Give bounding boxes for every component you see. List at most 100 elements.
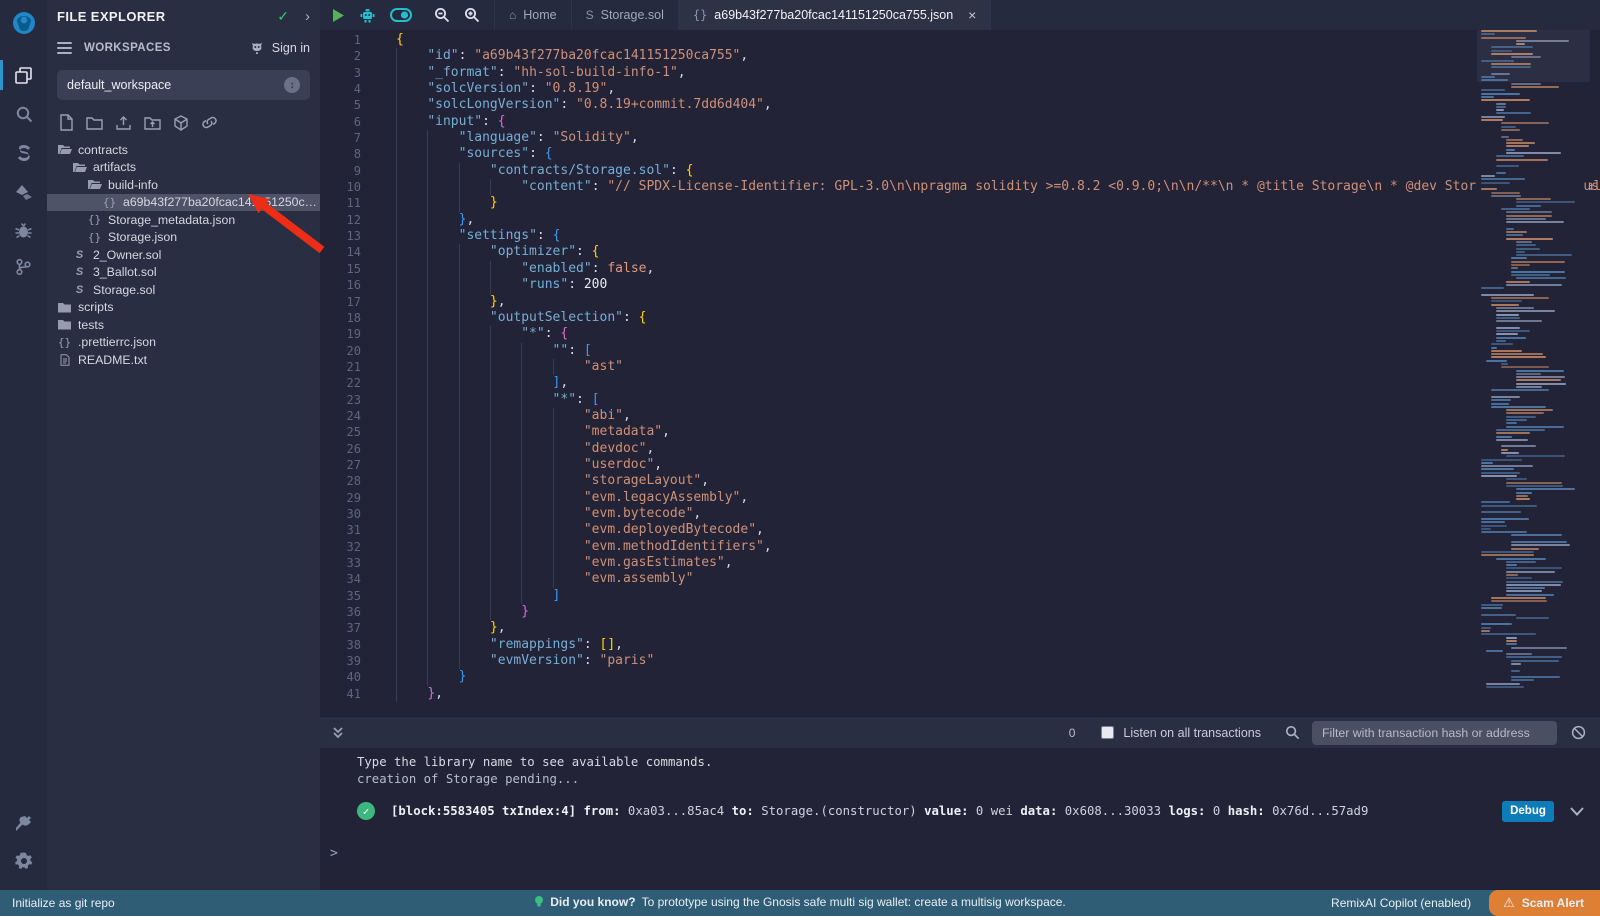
line-text: "content": "// SPDX-License-Identifier: … <box>382 179 1600 195</box>
tree-item-contracts[interactable]: contracts <box>47 141 320 159</box>
sidebar-item-deploy-run[interactable] <box>0 175 47 209</box>
upload-file-icon[interactable] <box>115 115 132 131</box>
tab-a69b43f277ba20fcac141151250ca755-json[interactable]: {}a69b43f277ba20fcac141151250ca755.json× <box>679 0 992 30</box>
tree-item-scripts[interactable]: scripts <box>47 299 320 317</box>
code-line: 27 "userdoc", <box>320 457 1600 473</box>
file-explorer-icon <box>14 66 33 85</box>
line-number: 27 <box>320 457 382 473</box>
terminal[interactable]: Type the library name to see available c… <box>320 748 1600 890</box>
copilot-status[interactable]: RemixAI Copilot (enabled) <box>1331 896 1471 910</box>
sidebar-item-file-explorer[interactable] <box>0 58 47 92</box>
terminal-clear-icon[interactable] <box>1571 725 1586 740</box>
tree-item-label: Storage_metadata.json <box>108 213 235 227</box>
file-actions-toolbar <box>47 100 320 139</box>
code-line: 2 "id": "a69b43f277ba20fcac141151250ca75… <box>320 48 1600 64</box>
line-number: 29 <box>320 490 382 506</box>
line-number: 5 <box>320 97 382 113</box>
line-text: "evm.assembly" <box>382 571 1600 587</box>
code-line: 13 "settings": { <box>320 228 1600 244</box>
line-text: "metadata", <box>382 424 1600 440</box>
tree-item-artifacts[interactable]: artifacts <box>47 159 320 177</box>
copilot-toggle[interactable] <box>390 8 412 22</box>
line-text: "evm.legacyAssembly", <box>382 490 1600 506</box>
line-number: 18 <box>320 310 382 326</box>
line-number: 37 <box>320 620 382 636</box>
debug-button[interactable]: Debug <box>1502 801 1554 822</box>
zoom-out-button[interactable] <box>434 7 450 23</box>
tree-item-label: build-info <box>108 178 158 192</box>
run-script-button[interactable] <box>332 8 345 23</box>
line-text: "evm.methodIdentifiers", <box>382 539 1600 555</box>
remix-logo[interactable] <box>0 4 47 46</box>
sync-check-icon: ✓ <box>277 8 289 25</box>
sidebar-item-git[interactable] <box>0 250 47 284</box>
tree-item-label: 3_Ballot.sol <box>93 265 157 279</box>
scam-alert-label: Scam Alert <box>1522 896 1584 910</box>
tree-item-storage-metadata-json[interactable]: {}Storage_metadata.json <box>47 211 320 229</box>
line-number: 2 <box>320 48 382 64</box>
code-line: 40 } <box>320 669 1600 685</box>
git-init-button[interactable]: Initialize as git repo <box>12 896 115 910</box>
github-sign-in-button[interactable]: Sign in <box>251 41 310 55</box>
sidebar-item-plugin-manager[interactable] <box>0 806 47 840</box>
code-line: 24 "abi", <box>320 408 1600 424</box>
sidebar-item-solidity-compiler[interactable] <box>0 136 47 170</box>
tree-item-storage-json[interactable]: {}Storage.json <box>47 229 320 247</box>
line-number: 28 <box>320 473 382 489</box>
search-icon <box>15 105 33 123</box>
panel-collapse-chevron-icon[interactable]: › <box>305 8 310 25</box>
sidebar-item-settings[interactable] <box>0 844 47 878</box>
workspaces-label: WORKSPACES <box>84 42 251 54</box>
terminal-prompt[interactable]: > <box>330 846 338 861</box>
line-text: }, <box>382 212 1600 228</box>
code-line: 35 ] <box>320 588 1600 604</box>
ai-copilot-button[interactable] <box>359 7 376 24</box>
workspaces-menu-icon[interactable] <box>57 39 72 57</box>
tree-item-readme-txt[interactable]: README.txt <box>47 351 320 369</box>
minimap[interactable] <box>1477 30 1590 716</box>
tree-item-2-owner-sol[interactable]: S2_Owner.sol <box>47 246 320 264</box>
line-text: "outputSelection": { <box>382 310 1600 326</box>
zoom-in-button[interactable] <box>464 7 480 23</box>
tab-storage-sol[interactable]: SStorage.sol <box>572 0 679 30</box>
code-editor[interactable]: 1{2 "id": "a69b43f277ba20fcac141151250ca… <box>320 30 1600 716</box>
terminal-search-icon[interactable] <box>1285 725 1300 740</box>
tx-summary: [block:5583405 txIndex:4] from: 0xa03...… <box>391 804 1502 818</box>
tree-item--prettierrc-json[interactable]: {}.prettierrc.json <box>47 334 320 352</box>
new-file-icon[interactable] <box>59 114 74 131</box>
workspace-select[interactable]: default_workspace ↕ <box>57 70 310 100</box>
upload-folder-icon[interactable] <box>144 115 161 130</box>
tab-home[interactable]: ⌂Home <box>494 0 572 30</box>
sidebar-item-debugger[interactable] <box>0 214 47 248</box>
line-text: }, <box>382 620 1600 636</box>
tx-expand-chevron-icon[interactable] <box>1570 807 1584 816</box>
minimap-slider[interactable] <box>1477 30 1590 82</box>
tree-item-a69b43f277ba20fcac141151250ca7-[interactable]: {}a69b43f277ba20fcac141151250ca7... <box>47 194 320 212</box>
terminal-expand-icon[interactable] <box>332 726 344 740</box>
line-number: 3 <box>320 65 382 81</box>
line-number: 33 <box>320 555 382 571</box>
terminal-filter-input[interactable] <box>1312 721 1557 745</box>
tree-item-build-info[interactable]: build-info <box>47 176 320 194</box>
robot-icon <box>359 7 376 24</box>
line-number: 9 <box>320 163 382 179</box>
code-line: 23 "*": [ <box>320 392 1600 408</box>
transaction-row[interactable]: ✓ [block:5583405 txIndex:4] from: 0xa03.… <box>357 798 1584 824</box>
listen-all-checkbox[interactable] <box>1101 726 1114 739</box>
deploy-run-icon <box>14 184 33 201</box>
code-line: 4 "solcVersion": "0.8.19", <box>320 81 1600 97</box>
code-line: 15 "enabled": false, <box>320 261 1600 277</box>
tree-item-storage-sol[interactable]: SStorage.sol <box>47 281 320 299</box>
ipfs-box-icon[interactable] <box>173 115 189 131</box>
close-tab-icon[interactable]: × <box>968 7 976 23</box>
link-icon[interactable] <box>201 115 218 130</box>
tree-item-tests[interactable]: tests <box>47 316 320 334</box>
new-folder-icon[interactable] <box>86 115 103 130</box>
file-icon <box>57 354 72 366</box>
line-text: ] <box>382 588 1600 604</box>
scam-alert-badge[interactable]: ⚠ Scam Alert <box>1489 890 1600 916</box>
sidebar-item-search[interactable] <box>0 97 47 131</box>
panel-header: FILE EXPLORER ✓ › <box>47 0 320 32</box>
workspaces-row: WORKSPACES Sign in <box>47 34 320 62</box>
tree-item-3-ballot-sol[interactable]: S3_Ballot.sol <box>47 264 320 282</box>
